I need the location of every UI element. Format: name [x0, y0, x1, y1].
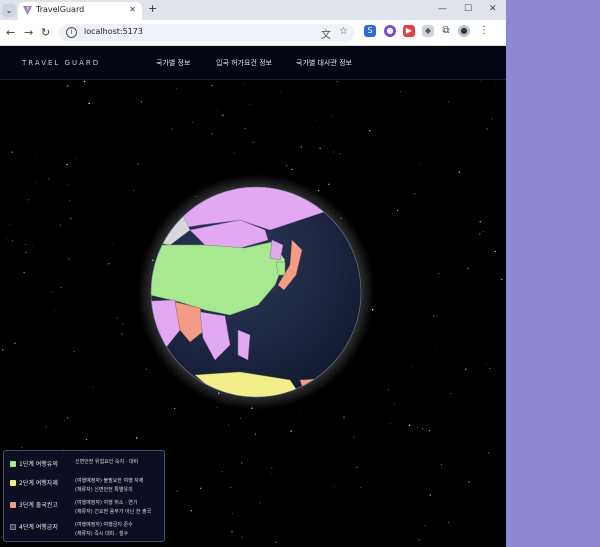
legend-level-name: 1단계 여행유의 [19, 461, 58, 468]
legend-color-swatch [10, 480, 16, 486]
legend-level-name: 2단계 여행자제 [19, 480, 58, 487]
country-philippines[interactable] [237, 329, 251, 361]
nav-entry-requirements[interactable]: 입국 허가요건 정보 [216, 58, 272, 68]
tab-title: TravelGuard [36, 5, 85, 14]
address-bar[interactable]: i localhost:5173 文 ☆ [59, 24, 355, 42]
country-alaska-region[interactable] [300, 142, 348, 176]
legend-level-description: (여행예정자) 여행 취소 · 연기 (체류자) 긴요한 용무가 아닌 한 출국 [75, 500, 152, 515]
translate-icon[interactable]: 文 [321, 26, 331, 41]
url-text: localhost:5173 [84, 27, 143, 36]
extension-icon[interactable]: S [364, 25, 376, 37]
back-icon[interactable]: ← [6, 26, 15, 39]
nav-embassy-info[interactable]: 국가별 대사관 정보 [296, 58, 352, 68]
profile-avatar-icon[interactable]: ● [458, 25, 470, 37]
extension-icon[interactable]: ▶ [403, 25, 415, 37]
legend-level-description: 신변안전 위험요인 숙지 · 대비 [75, 459, 139, 465]
app-logo[interactable]: TRAVEL GUARD [22, 59, 100, 67]
site-info-icon[interactable]: i [66, 27, 77, 38]
browser-toolbar: ← → ↻ i localhost:5173 文 ☆ S ● ▶ ◆ ⧉ ● ⋮ [0, 20, 506, 46]
vite-favicon-icon [23, 6, 32, 15]
desktop-background [506, 0, 600, 547]
travel-alert-legend: 1단계 여행유의 신변안전 위험요인 숙지 · 대비 2단계 여행자제 (여행예정자)… [3, 450, 165, 542]
legend-level-name: 3단계 출국권고 [19, 502, 58, 509]
app-navbar: TRAVEL GUARD 국가별 정보 입국 허가요건 정보 국가별 대사관 정… [0, 46, 506, 80]
tab-search-icon[interactable]: ⌄ [2, 4, 16, 17]
legend-level-description: (여행예정자) 불필요한 여행 자제 (체류자) 신변안전 특별유의 [75, 478, 144, 493]
new-tab-icon[interactable]: + [148, 2, 157, 15]
close-window-icon[interactable]: ✕ [489, 4, 497, 14]
legend-color-swatch [10, 461, 16, 467]
nav-country-info[interactable]: 국가별 정보 [156, 58, 190, 68]
legend-level-name: 4단계 여행금지 [19, 524, 58, 531]
browser-tab[interactable]: TravelGuard ✕ [18, 2, 142, 20]
legend-color-swatch [10, 524, 16, 530]
extension-icon[interactable]: ◆ [422, 25, 434, 37]
browser-menu-icon[interactable]: ⋮ [478, 25, 490, 37]
tab-strip: ⌄ TravelGuard ✕ + — ☐ ✕ [0, 0, 506, 20]
legend-color-swatch [10, 502, 16, 508]
legend-level-description: (여행예정자) 여행금지 준수 (체류자) 즉시 대피 · 철수 [75, 522, 133, 537]
browser-window: ⌄ TravelGuard ✕ + — ☐ ✕ ← → ↻ i localhos… [0, 0, 506, 547]
travelguard-app: TRAVEL GUARD 국가별 정보 입국 허가요건 정보 국가별 대사관 정… [0, 46, 506, 547]
maximize-icon[interactable]: ☐ [464, 4, 472, 14]
minimize-icon[interactable]: — [438, 4, 447, 14]
forward-icon[interactable]: → [24, 26, 33, 39]
reload-icon[interactable]: ↻ [41, 26, 50, 39]
extensions-puzzle-icon[interactable]: ⧉ [440, 25, 452, 37]
bookmark-star-icon[interactable]: ☆ [339, 26, 348, 37]
extension-icon[interactable]: ● [384, 25, 396, 37]
close-tab-icon[interactable]: ✕ [129, 5, 136, 14]
